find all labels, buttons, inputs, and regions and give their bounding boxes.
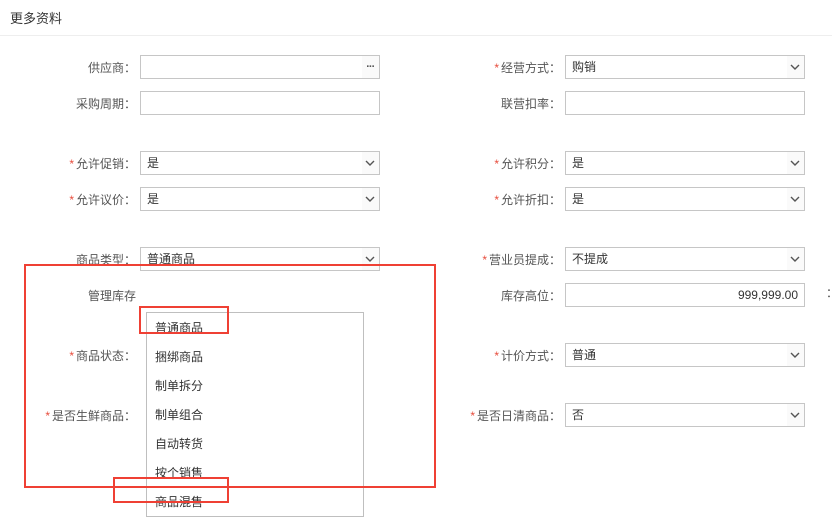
supplier-lookup-button[interactable]: ··· xyxy=(362,55,380,79)
product-type-dropdown-button[interactable] xyxy=(362,247,380,271)
stock-high-input[interactable] xyxy=(565,283,805,307)
row-joint-discount: 联营扣率： xyxy=(425,90,805,116)
product-type-option[interactable]: 按个销售 xyxy=(147,458,363,487)
business-mode-dropdown-button[interactable] xyxy=(787,55,805,79)
allow-bargain-dropdown-button[interactable] xyxy=(362,187,380,211)
daily-clear-select[interactable]: 否 xyxy=(565,403,787,427)
allow-promotion-select[interactable]: 是 xyxy=(140,151,362,175)
label-manage-stock: 管理库存 xyxy=(0,287,140,304)
row-daily-clear: *是否日清商品： 否 xyxy=(425,402,805,428)
chevron-down-icon xyxy=(790,62,800,72)
product-type-option[interactable]: 普通商品 xyxy=(147,313,363,342)
row-supplier: 供应商： ··· xyxy=(0,54,380,80)
product-type-option[interactable]: 制单组合 xyxy=(147,400,363,429)
ellipsis-icon: ··· xyxy=(366,61,374,73)
label-allow-discount: *允许折扣： xyxy=(425,191,565,208)
right-column: *经营方式： 购销 联营扣率： *允许积分： 是 xyxy=(425,54,805,428)
row-allow-promotion: *允许促销： 是 xyxy=(0,150,380,176)
allow-points-dropdown-button[interactable] xyxy=(787,151,805,175)
pricing-method-select[interactable]: 普通 xyxy=(565,343,787,367)
label-product-type: 商品类型： xyxy=(0,251,140,268)
chevron-down-icon xyxy=(790,194,800,204)
row-sales-commission: *营业员提成： 不提成 xyxy=(425,246,805,272)
label-pricing-method: *计价方式： xyxy=(425,347,565,364)
allow-bargain-select[interactable]: 是 xyxy=(140,187,362,211)
product-type-option[interactable]: 自动转货 xyxy=(147,429,363,458)
row-product-type: 商品类型： 普通商品 xyxy=(0,246,380,272)
chevron-down-icon xyxy=(790,410,800,420)
purchase-cycle-input[interactable] xyxy=(140,91,380,115)
product-type-option[interactable]: 商品混售 xyxy=(147,487,363,516)
form-area: 供应商： ··· 采购周期： *允许促销： 是 xyxy=(0,54,832,428)
row-manage-stock: 管理库存 xyxy=(0,282,380,308)
row-business-mode: *经营方式： 购销 xyxy=(425,54,805,80)
row-purchase-cycle: 采购周期： xyxy=(0,90,380,116)
label-joint-discount: 联营扣率： xyxy=(425,95,565,112)
allow-discount-dropdown-button[interactable] xyxy=(787,187,805,211)
label-sales-commission: *营业员提成： xyxy=(425,251,565,268)
cropped-label-fragment: ： xyxy=(826,284,832,301)
row-allow-discount: *允许折扣： 是 xyxy=(425,186,805,212)
label-allow-points: *允许积分： xyxy=(425,155,565,172)
product-type-select[interactable]: 普通商品 xyxy=(140,247,362,271)
row-allow-bargain: *允许议价： 是 xyxy=(0,186,380,212)
joint-discount-input[interactable] xyxy=(565,91,805,115)
label-purchase-cycle: 采购周期： xyxy=(0,95,140,112)
pricing-method-dropdown-button[interactable] xyxy=(787,343,805,367)
allow-promotion-dropdown-button[interactable] xyxy=(362,151,380,175)
label-allow-promotion: *允许促销： xyxy=(0,155,140,172)
allow-points-select[interactable]: 是 xyxy=(565,151,787,175)
allow-discount-select[interactable]: 是 xyxy=(565,187,787,211)
chevron-down-icon xyxy=(790,158,800,168)
label-stock-high: 库存高位： xyxy=(425,287,565,304)
label-is-fresh: *是否生鲜商品： xyxy=(0,407,140,424)
product-type-option[interactable]: 制单拆分 xyxy=(147,371,363,400)
label-daily-clear: *是否日清商品： xyxy=(425,407,565,424)
chevron-down-icon xyxy=(790,350,800,360)
sales-commission-dropdown-button[interactable] xyxy=(787,247,805,271)
supplier-input[interactable] xyxy=(140,55,362,79)
label-product-status: *商品状态： xyxy=(0,347,140,364)
page-title: 更多资料 xyxy=(0,0,832,36)
row-stock-high: 库存高位： xyxy=(425,282,805,308)
business-mode-select[interactable]: 购销 xyxy=(565,55,787,79)
label-business-mode: *经营方式： xyxy=(425,59,565,76)
chevron-down-icon xyxy=(365,254,375,264)
chevron-down-icon xyxy=(365,158,375,168)
daily-clear-dropdown-button[interactable] xyxy=(787,403,805,427)
label-supplier: 供应商： xyxy=(0,59,140,76)
row-allow-points: *允许积分： 是 xyxy=(425,150,805,176)
label-allow-bargain: *允许议价： xyxy=(0,191,140,208)
row-pricing-method: *计价方式： 普通 xyxy=(425,342,805,368)
sales-commission-select[interactable]: 不提成 xyxy=(565,247,787,271)
chevron-down-icon xyxy=(790,254,800,264)
product-type-option[interactable]: 捆绑商品 xyxy=(147,342,363,371)
product-type-dropdown-panel[interactable]: 普通商品 捆绑商品 制单拆分 制单组合 自动转货 按个销售 商品混售 xyxy=(146,312,364,517)
chevron-down-icon xyxy=(365,194,375,204)
